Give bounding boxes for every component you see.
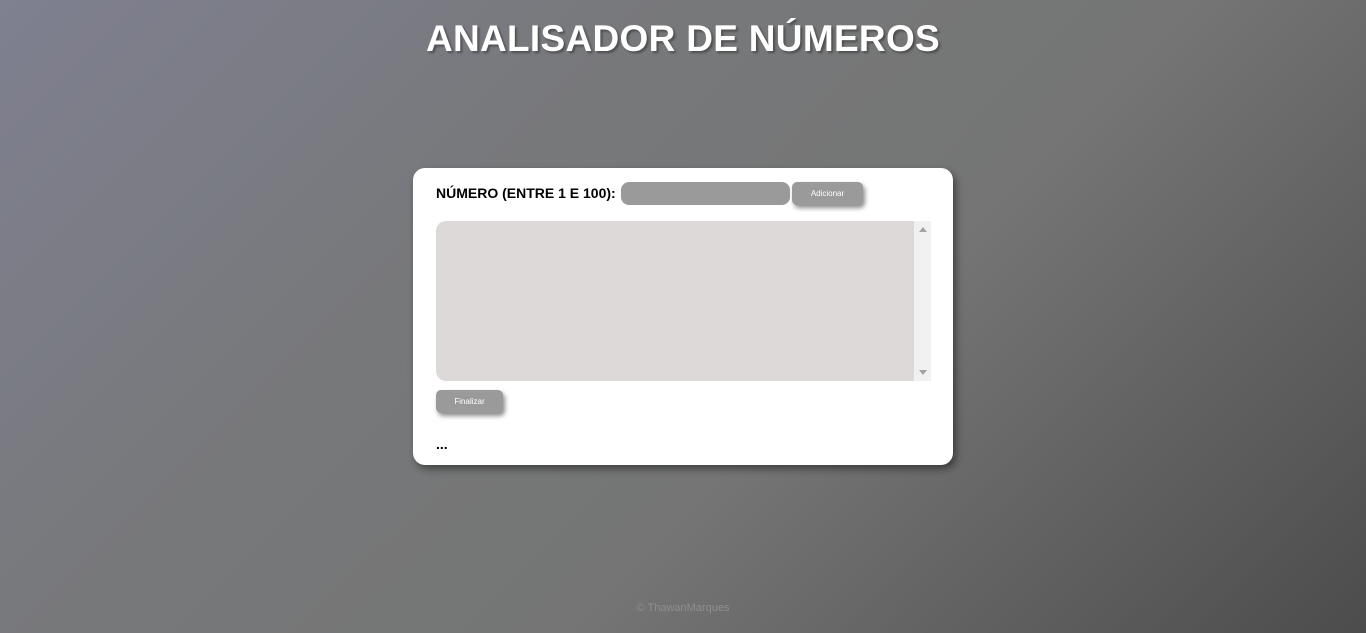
- add-button[interactable]: Adicionar: [792, 182, 863, 205]
- number-label: NÚMERO (ENTRE 1 E 100):: [436, 185, 616, 201]
- number-list[interactable]: [436, 221, 931, 381]
- analyzer-card: NÚMERO (ENTRE 1 E 100): Adicionar Finali…: [413, 168, 953, 465]
- finish-button[interactable]: Finalizar: [436, 390, 503, 413]
- page-title: ANALISADOR DE NÚMEROS: [425, 18, 941, 59]
- number-input[interactable]: [620, 181, 790, 205]
- number-input-row: NÚMERO (ENTRE 1 E 100):: [436, 181, 790, 205]
- list-scrollbar[interactable]: [914, 221, 931, 381]
- scroll-up-arrow-icon[interactable]: [919, 227, 927, 232]
- scroll-down-arrow-icon[interactable]: [919, 370, 927, 375]
- result-output: ...: [436, 436, 448, 452]
- footer-credit: © ThawanMarques: [636, 602, 730, 614]
